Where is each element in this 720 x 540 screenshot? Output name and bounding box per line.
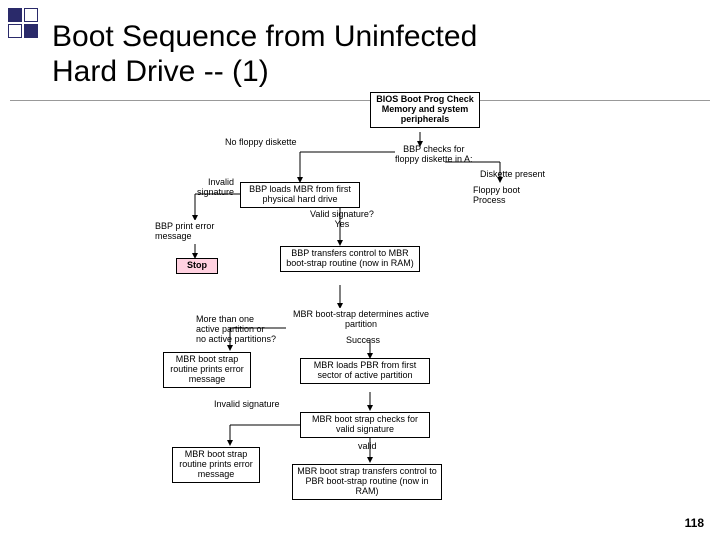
box-bbp-load-mbr: BBP loads MBR from first physical hard d…	[240, 182, 360, 208]
box-mbr-error2: MBR boot strap routine prints error mess…	[172, 447, 260, 483]
box-bios-text: BIOS Boot Prog Check Memory and system p…	[376, 94, 474, 124]
label-success: Success	[346, 336, 380, 346]
box-mbr-transfers-pbr: MBR boot strap transfers control to PBR …	[292, 464, 442, 500]
box-bios: BIOS Boot Prog Check Memory and system p…	[370, 92, 480, 128]
label-valid: valid	[358, 442, 377, 452]
box-mbr-error1: MBR boot strap routine prints error mess…	[163, 352, 251, 388]
label-valid-sig: Valid signature? Yes	[310, 210, 374, 230]
label-no-floppy: No floppy diskette	[225, 138, 297, 148]
label-more-than-one: More than one active partition or no act…	[196, 315, 276, 345]
page-number: 118	[685, 516, 704, 530]
box-bbp-error: BBP print error message	[152, 220, 238, 244]
box-stop: Stop	[176, 258, 218, 274]
label-invalid-sig2: Invalid signature	[214, 400, 280, 410]
label-invalid-sig: Invalid signature	[197, 178, 234, 198]
box-bbp-transfer: BBP transfers control to MBR boot-strap …	[280, 246, 420, 272]
box-mbr-checks-sig: MBR boot strap checks for valid signatur…	[300, 412, 430, 438]
box-mbr-loads-pbr: MBR loads PBR from first sector of activ…	[300, 358, 430, 384]
box-floppy-boot: Floppy boot Process	[470, 184, 538, 208]
page-title: Boot Sequence from Uninfected Hard Drive…	[52, 20, 477, 89]
label-diskette-present: Diskette present	[480, 170, 545, 180]
slide-logo	[8, 8, 44, 44]
box-mbr-determines: MBR boot-strap determines active partiti…	[286, 308, 436, 332]
flowchart: BIOS Boot Prog Check Memory and system p…	[0, 90, 720, 530]
label-bbp-checks: BBP checks for floppy diskette in A:	[395, 145, 473, 165]
